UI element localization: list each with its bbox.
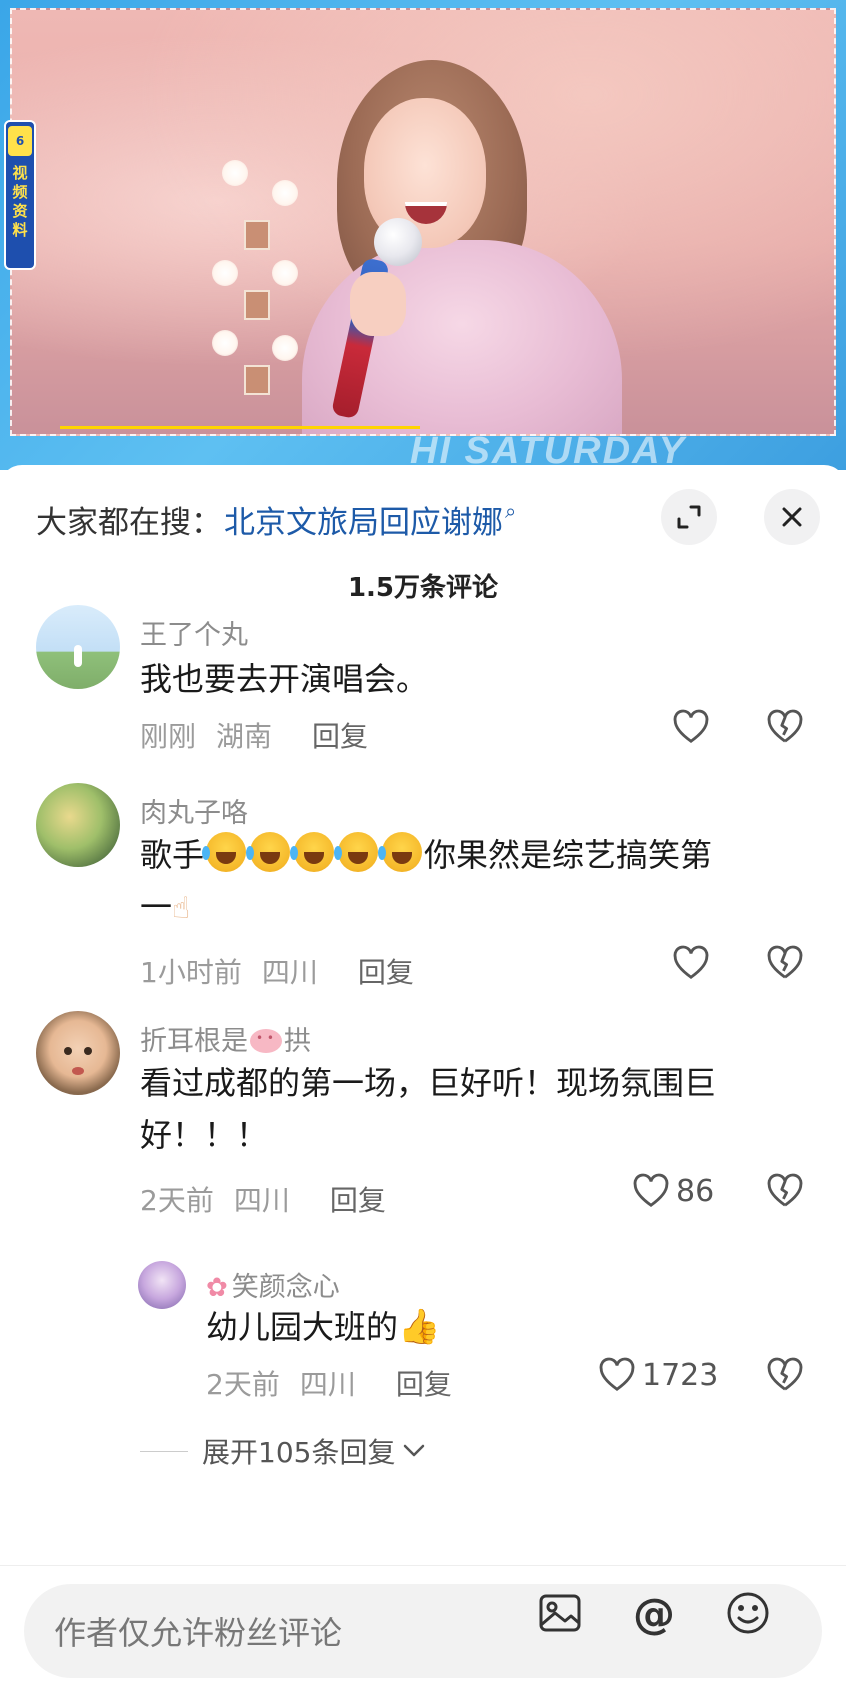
show-watermark: HI SATURDAY [410,430,687,470]
like-button[interactable] [672,945,710,981]
tag-char: 视 [12,164,28,182]
comment-location: 四川 [233,1184,290,1217]
reply-meta: 2天前 四川 回复 [206,1363,452,1403]
comment-meta: 1小时前 四川 回复 [140,951,414,991]
trending-search-prefix: 大家都在搜： [36,504,222,541]
video-frame [10,8,836,436]
search-icon: ⌕ [505,499,517,523]
username-suffix: 拱 [284,1026,311,1057]
microphone-icon [374,218,422,266]
flower-icon: ✿ [206,1273,228,1303]
avatar[interactable] [138,1261,186,1309]
comment-input-placeholder: 作者仅允许粉丝评论 [54,1614,343,1652]
expand-replies-row: 展开105条回复 [0,1431,846,1471]
pig-emoji-icon [250,1029,282,1053]
reply-username[interactable]: ✿ 笑颜念心 [206,1265,340,1304]
like-button[interactable]: 86 [632,1173,714,1209]
comment-text-suffix: 你果然是综艺搞笑第 [424,836,713,874]
comment-location: 湖南 [216,720,273,753]
comment-meta: 2天前 四川 回复 [140,1179,386,1219]
comment-item: 王了个丸 我也要去开演唱会。 刚刚 湖南 回复 [0,605,846,775]
vanity-mirror-lights [212,160,302,430]
comment-meta: 刚刚 湖南 回复 [140,715,368,755]
reply-username-text: 笑颜念心 [231,1272,340,1303]
comment-text: 我也要去开演唱会。 [140,660,429,698]
laugh-cry-emoji-icon [246,832,291,872]
comment-text: 歌手 你果然是综艺搞笑第一☝ [140,829,790,935]
comments-sheet: 大家都在搜： 北京文旅局回应谢娜 ⌕ 1.5万条评论 王了个丸 我也要去开演唱会… [0,465,846,1698]
singer-hand [350,272,406,336]
like-count: 1723 [642,1357,719,1393]
tag-char: 频 [12,183,28,201]
comment-username[interactable]: 肉丸子咯 [140,791,248,830]
tag-number: 6 [8,126,32,156]
avatar[interactable] [36,783,120,867]
reply-text: 幼儿园大班的👍 [206,1301,766,1353]
broken-heart-icon[interactable] [766,1173,804,1218]
video-progress-bar[interactable] [60,426,420,429]
comment-username[interactable]: 王了个丸 [140,613,248,652]
pointing-up-emoji-icon: ☝ [172,891,191,926]
divider [140,1450,188,1452]
laugh-cry-emoji-icon [334,832,379,872]
reply-item: ✿ 笑颜念心 幼儿园大班的👍 2天前 四川 回复 1723 [0,1261,846,1411]
tag-char: 资 [12,202,28,220]
close-icon[interactable] [764,489,820,545]
heart-icon [633,1173,669,1208]
broken-heart-icon[interactable] [766,709,804,754]
heart-icon [599,1357,635,1392]
comment-text: 看过成都的第一场，巨好听！现场氛围巨好！！！ [140,1064,717,1154]
broken-heart-icon[interactable] [766,1357,804,1402]
expand-icon[interactable] [661,489,717,545]
username-prefix: 折耳根是 [140,1026,248,1057]
video-player[interactable]: 6 视 频 资 料 HI SATURDAY [0,0,846,470]
at-icon[interactable]: @ [630,1589,678,1638]
comment-text-prefix: 歌手 [140,836,205,874]
reply-text-content: 幼儿园大班的 [206,1308,399,1346]
comment-time: 刚刚 [140,720,197,753]
trending-search[interactable]: 大家都在搜： 北京文旅局回应谢娜 ⌕ [36,497,516,541]
comments-count: 1.5万条评论 [347,573,499,603]
comment-input-bar: 作者仅允许粉丝评论 @ [0,1565,846,1698]
avatar[interactable] [36,1011,120,1095]
like-button[interactable] [672,709,710,745]
expand-replies-button[interactable]: 展开105条回复 [140,1431,425,1471]
laugh-cry-emoji-icon [378,832,423,872]
reply-button[interactable]: 回复 [312,715,368,755]
comment-text-line2: 一 [140,888,173,926]
reply-location: 四川 [299,1368,356,1401]
reply-button[interactable]: 回复 [330,1179,386,1219]
comment-location: 四川 [261,956,318,989]
chevron-down-icon [403,1439,425,1464]
comment-item: 肉丸子咯 歌手 你果然是综艺搞笑第一☝ 1小时前 四川 回复 [0,783,846,1003]
comment-item: 折耳根是 拱 看过成都的第一场，巨好听！现场氛围巨好！！！ 2天前 四川 回复 8… [0,1011,846,1231]
smile-icon[interactable] [724,1590,772,1636]
expand-replies-label: 展开105条回复 [202,1436,396,1469]
reply-button[interactable]: 回复 [396,1363,452,1403]
reply-time: 2天前 [206,1368,280,1401]
comment-username[interactable]: 折耳根是 拱 [140,1019,311,1058]
thumbs-up-emoji-icon: 👍 [398,1307,441,1347]
comment-input[interactable]: 作者仅允许粉丝评论 [24,1584,822,1678]
tag-char: 料 [12,221,28,239]
image-icon[interactable] [536,1590,584,1636]
laugh-cry-emoji-icon [290,832,335,872]
like-button[interactable]: 1723 [598,1357,718,1393]
broken-heart-icon[interactable] [766,945,804,990]
comment-time: 1小时前 [140,956,242,989]
comment-time: 2天前 [140,1184,214,1217]
like-count: 86 [676,1173,715,1209]
trending-search-term[interactable]: 北京文旅局回应谢娜 [224,497,503,542]
laugh-cry-emoji-icon [202,832,247,872]
avatar[interactable] [36,605,120,689]
heart-icon [673,709,709,744]
video-source-tag: 6 视 频 资 料 [4,120,36,270]
reply-button[interactable]: 回复 [358,951,414,991]
heart-icon [673,945,709,980]
